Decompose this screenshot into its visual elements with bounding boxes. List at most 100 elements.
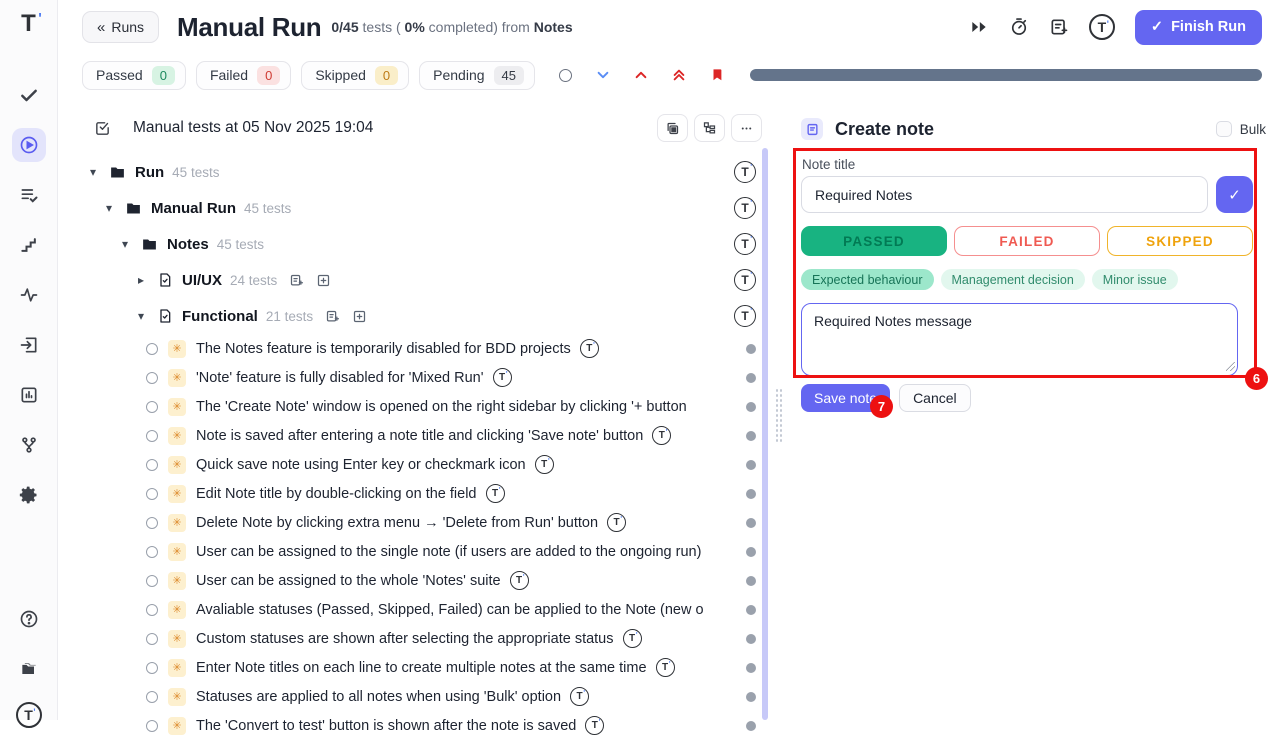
add-note-icon[interactable] [1049,17,1069,37]
copy-button[interactable] [657,114,688,142]
test-radio[interactable] [146,459,158,471]
tree-view-button[interactable] [694,114,725,142]
test-radio[interactable] [146,488,158,500]
collapse-icon[interactable]: ▾ [134,309,148,323]
testomat-logo-icon[interactable]: T' [535,455,554,474]
test-row[interactable]: ✳ Avaliable statuses (Passed, Skipped, F… [58,595,778,624]
test-radio[interactable] [146,546,158,558]
testomat-logo-icon[interactable]: T' [580,339,599,358]
test-row[interactable]: ✳ User can be assigned to the whole 'Not… [58,566,778,595]
test-radio[interactable] [146,604,158,616]
flag-icon[interactable] [710,68,724,82]
tree-folder-notes[interactable]: ▾ Notes 45 tests T' [58,226,778,262]
test-radio[interactable] [146,575,158,587]
tag-management-decision[interactable]: Management decision [941,269,1085,290]
tree-folder-manual-run[interactable]: ▾ Manual Run 45 tests T' [58,190,778,226]
test-radio[interactable] [146,517,158,529]
chevron-down-icon[interactable] [596,68,610,82]
double-chevron-up-icon[interactable] [672,68,686,82]
tree-folder-run[interactable]: ▾ Run 45 tests T' [58,154,778,190]
tree-suite-functional[interactable]: ▾ Functional 21 tests T' [58,298,778,334]
testomat-logo-icon[interactable]: T' [493,368,512,387]
steps-nav-icon[interactable] [12,228,46,262]
bulk-toggle[interactable]: Bulk [1216,121,1266,137]
collapse-icon[interactable]: ▾ [118,237,132,251]
finish-run-button[interactable]: ✓ Finish Run [1135,10,1262,45]
testomat-logo-icon[interactable]: T' [623,629,642,648]
test-row[interactable]: ✳ User can be assigned to the single not… [58,537,778,566]
note-title-input[interactable] [801,176,1208,213]
testomat-logo-icon[interactable]: T' [570,687,589,706]
tag-minor-issue[interactable]: Minor issue [1092,269,1178,290]
bulk-checkbox[interactable] [1216,121,1232,137]
add-note-icon[interactable] [289,273,304,288]
testomat-logo-icon[interactable]: T' [607,513,626,532]
testomat-logo-icon[interactable]: T' [510,571,529,590]
collapse-icon[interactable]: ▾ [102,201,116,215]
tree-scrollbar[interactable] [762,148,768,720]
test-row[interactable]: ✳ The 'Convert to test' button is shown … [58,711,778,740]
timer-icon[interactable] [1009,17,1029,37]
cancel-button[interactable]: Cancel [899,384,971,412]
test-row[interactable]: ✳ The Notes feature is temporarily disab… [58,334,778,363]
test-row[interactable]: ✳ Enter Note titles on each line to crea… [58,653,778,682]
tests-nav-icon[interactable] [12,78,46,112]
add-test-icon[interactable] [352,309,367,324]
runs-nav-icon[interactable] [12,128,46,162]
expand-icon[interactable]: ▸ [134,273,148,287]
back-to-runs-button[interactable]: « Runs [82,11,159,43]
testomat-logo-icon[interactable]: T' [656,658,675,677]
note-message-textarea[interactable]: Required Notes message [801,303,1238,376]
passed-status-button[interactable]: PASSED [801,226,947,256]
testomat-logo-icon[interactable]: T' [734,233,756,255]
panel-resize-handle[interactable] [775,388,783,442]
test-row[interactable]: ✳ Custom statuses are shown after select… [58,624,778,653]
quick-save-check-button[interactable]: ✓ [1216,176,1253,213]
fast-forward-icon[interactable] [969,17,989,37]
pulse-nav-icon[interactable] [12,278,46,312]
failed-status-button[interactable]: FAILED [954,226,1100,256]
branch-nav-icon[interactable] [12,428,46,462]
test-row[interactable]: ✳ The 'Create Note' window is opened on … [58,392,778,421]
settings-nav-icon[interactable] [12,478,46,512]
test-radio[interactable] [146,343,158,355]
account-avatar[interactable]: T' [1089,14,1115,40]
test-radio[interactable] [146,720,158,732]
test-radio[interactable] [146,372,158,384]
test-radio[interactable] [146,662,158,674]
test-radio[interactable] [146,430,158,442]
plans-nav-icon[interactable] [12,178,46,212]
help-icon[interactable] [12,602,46,636]
testomat-logo-icon[interactable]: T' [585,716,604,735]
app-logo-icon[interactable]: T' [21,10,36,38]
testomat-logo-icon[interactable]: T' [734,269,756,291]
add-note-icon[interactable] [325,309,340,324]
test-radio[interactable] [146,401,158,413]
test-row[interactable]: ✳ Quick save note using Enter key or che… [58,450,778,479]
select-all-icon[interactable] [94,120,111,137]
filter-skipped[interactable]: Skipped 0 [301,61,409,90]
test-row[interactable]: ✳ 'Note' feature is fully disabled for '… [58,363,778,392]
tree-suite-uiux[interactable]: ▸ UI/UX 24 tests T' [58,262,778,298]
testomat-logo-icon[interactable]: T' [734,161,756,183]
testomat-logo-icon[interactable]: T' [734,305,756,327]
filter-passed[interactable]: Passed 0 [82,61,186,90]
filter-failed[interactable]: Failed 0 [196,61,291,90]
analytics-nav-icon[interactable] [12,378,46,412]
testomat-logo-icon[interactable]: T' [652,426,671,445]
user-avatar[interactable]: T' [16,702,42,728]
test-row[interactable]: ✳ Delete Note by clicking extra menu → '… [58,508,778,537]
test-row[interactable]: ✳ Statuses are applied to all notes when… [58,682,778,711]
status-circle-icon[interactable] [559,69,572,82]
collapse-icon[interactable]: ▾ [86,165,100,179]
test-row[interactable]: ✳ Note is saved after entering a note ti… [58,421,778,450]
testomat-logo-icon[interactable]: T' [486,484,505,503]
test-row[interactable]: ✳ Edit Note title by double-clicking on … [58,479,778,508]
more-options-button[interactable] [731,114,762,142]
tag-expected-behaviour[interactable]: Expected behaviour [801,269,934,290]
add-test-icon[interactable] [316,273,331,288]
skipped-status-button[interactable]: SKIPPED [1107,226,1253,256]
chevron-up-icon[interactable] [634,68,648,82]
testomat-logo-icon[interactable]: T' [734,197,756,219]
import-nav-icon[interactable] [12,328,46,362]
